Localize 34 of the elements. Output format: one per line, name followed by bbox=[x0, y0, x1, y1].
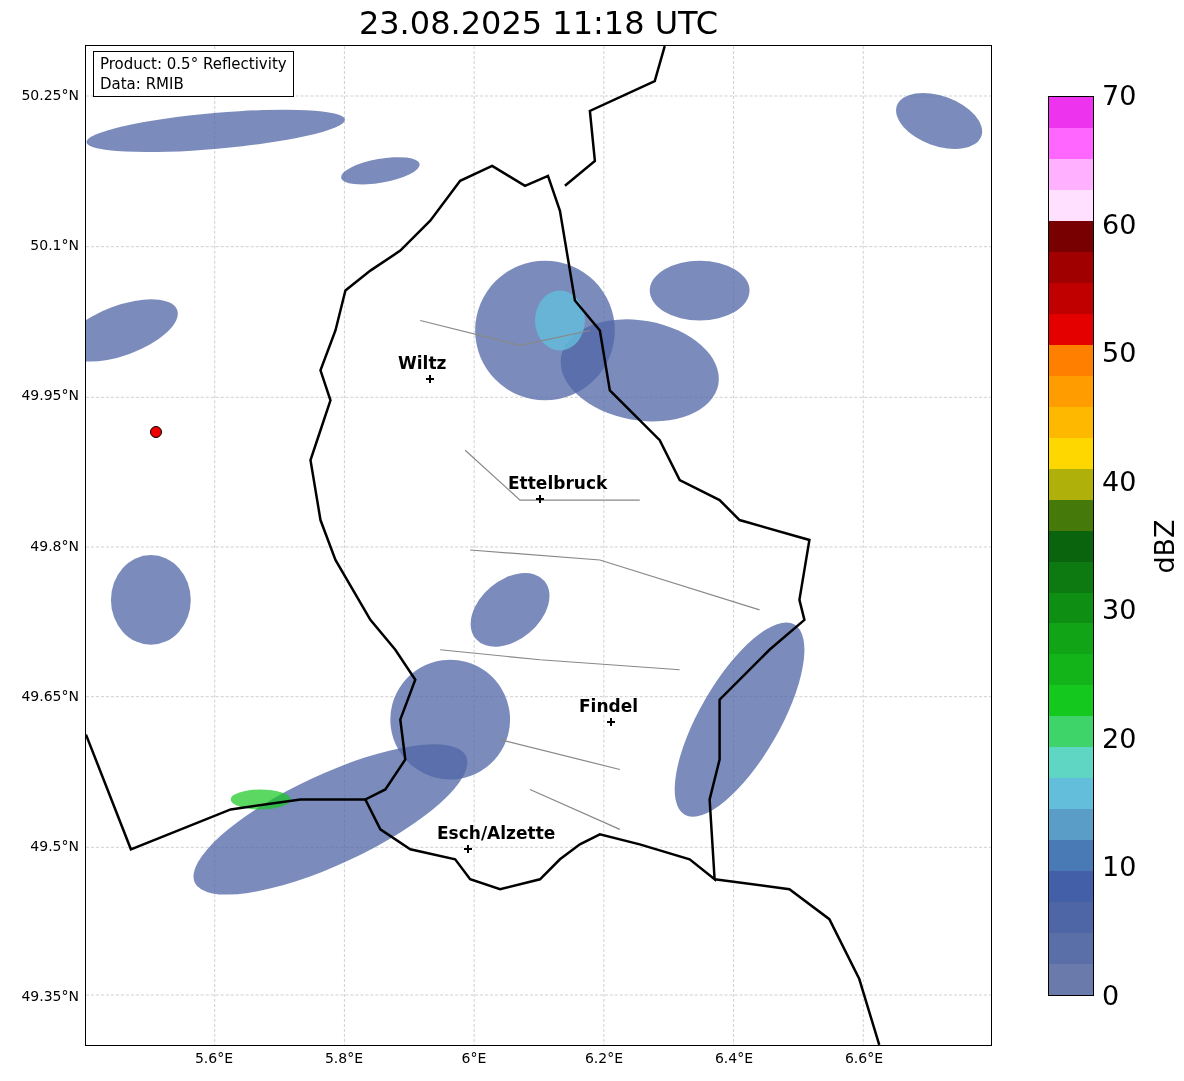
axis-tick-label: 5.8°E bbox=[324, 1049, 364, 1067]
axis-tick-label: 5.6°E bbox=[194, 1049, 234, 1067]
colorbar-label: dBZ bbox=[1148, 518, 1180, 574]
colorbar-tick-label: 0 bbox=[1102, 980, 1120, 1012]
axis-tick-label: 6.4°E bbox=[714, 1049, 754, 1067]
city-label: Findel bbox=[579, 696, 639, 716]
city-marker-icon bbox=[426, 375, 434, 383]
axis-tick-label: 6°E bbox=[461, 1049, 487, 1067]
axis-tick-label: 49.65°N bbox=[21, 686, 79, 705]
city-label: Esch/Alzette bbox=[437, 823, 556, 843]
axis-tick-label: 49.95°N bbox=[21, 386, 79, 405]
city-label: Ettelbruck bbox=[508, 473, 608, 493]
axis-tick-label: 6.6°E bbox=[844, 1049, 884, 1067]
chart-title: 23.08.2025 11:18 UTC bbox=[358, 2, 719, 43]
info-text: Product: 0.5° Reflectivity bbox=[100, 54, 287, 74]
city-label: Wiltz bbox=[398, 353, 447, 373]
city-marker-icon bbox=[536, 495, 544, 503]
colorbar-tick-label: 60 bbox=[1102, 208, 1137, 241]
colorbar-tick-label: 70 bbox=[1102, 80, 1137, 112]
axis-tick-label: 49.35°N bbox=[21, 987, 79, 1006]
info-text: Data: RMIB bbox=[100, 74, 185, 94]
colorbar-tick-label: 10 bbox=[1102, 851, 1137, 884]
colorbar-tick-label: 50 bbox=[1102, 337, 1137, 370]
axis-tick-label: 49.5°N bbox=[30, 837, 79, 855]
colorbar-tick-label: 30 bbox=[1102, 594, 1137, 627]
axis-tick-label: 50.25°N bbox=[21, 86, 79, 104]
axis-tick-label: 50.1°N bbox=[30, 236, 79, 255]
axis-tick-label: 6.2°E bbox=[584, 1049, 624, 1067]
city-marker-icon bbox=[464, 845, 472, 853]
city-marker-icon bbox=[607, 718, 615, 726]
colorbar-tick-label: 40 bbox=[1102, 465, 1137, 498]
radar-site-icon bbox=[150, 426, 162, 438]
axis-tick-label: 49.8°N bbox=[30, 536, 79, 555]
colorbar-tick-label: 20 bbox=[1102, 722, 1137, 755]
